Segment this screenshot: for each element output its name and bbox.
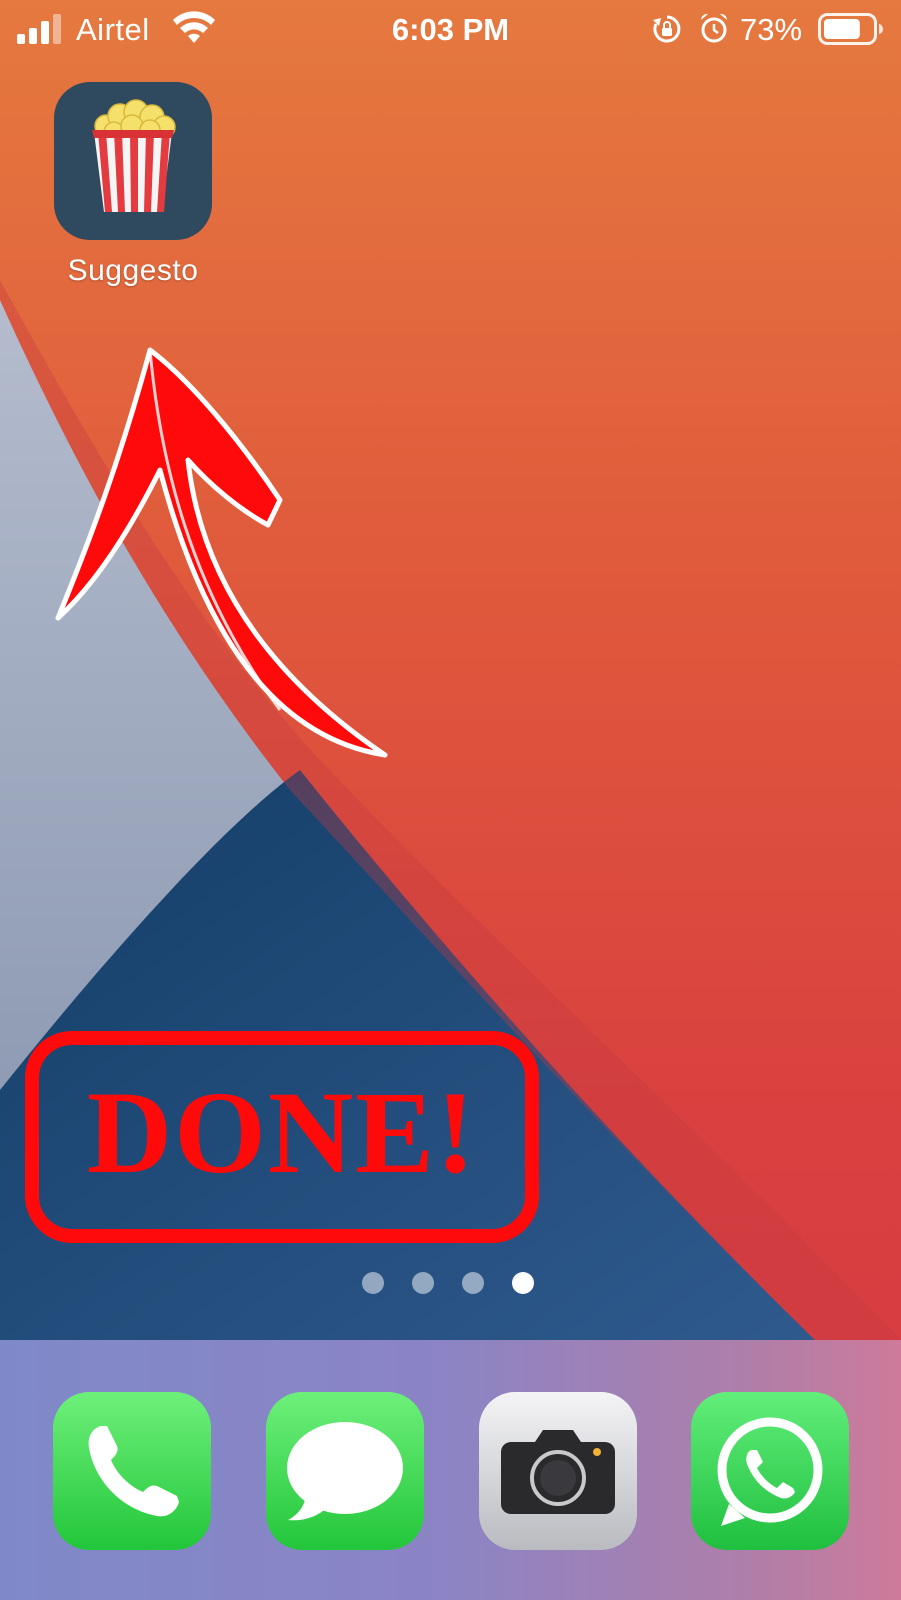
battery-icon <box>818 13 883 45</box>
whatsapp-icon <box>717 1417 823 1526</box>
popcorn-icon <box>92 99 176 212</box>
dock-app-whatsapp[interactable] <box>691 1392 849 1550</box>
page-dot[interactable] <box>362 1272 384 1294</box>
rotation-lock-icon <box>653 15 681 43</box>
suggesto-tile <box>54 82 212 240</box>
arrow-up-icon <box>55 347 388 758</box>
home-screen: Airtel 6:03 PM 73% Suggesto DONE! <box>0 0 901 1600</box>
status-bar: Airtel 6:03 PM 73% <box>0 0 901 60</box>
dock-app-phone[interactable] <box>53 1392 211 1550</box>
phone-icon <box>88 1426 179 1517</box>
camera-icon <box>501 1430 615 1514</box>
dock <box>0 1340 901 1600</box>
battery-percent: 73% <box>740 12 803 47</box>
page-dot[interactable] <box>462 1272 484 1294</box>
page-indicator[interactable] <box>362 1272 542 1298</box>
dock-app-camera[interactable] <box>479 1392 637 1550</box>
messages-icon <box>287 1422 403 1521</box>
page-dot[interactable] <box>412 1272 434 1294</box>
done-stamp: DONE! <box>25 1031 539 1243</box>
app-icon-suggesto[interactable]: Suggesto <box>50 82 216 288</box>
dock-app-messages[interactable] <box>266 1392 424 1550</box>
alarm-icon <box>700 13 728 43</box>
stamp-text: DONE! <box>87 1067 477 1198</box>
app-label-suggesto: Suggesto <box>67 254 199 287</box>
page-dot-current[interactable] <box>512 1272 534 1294</box>
